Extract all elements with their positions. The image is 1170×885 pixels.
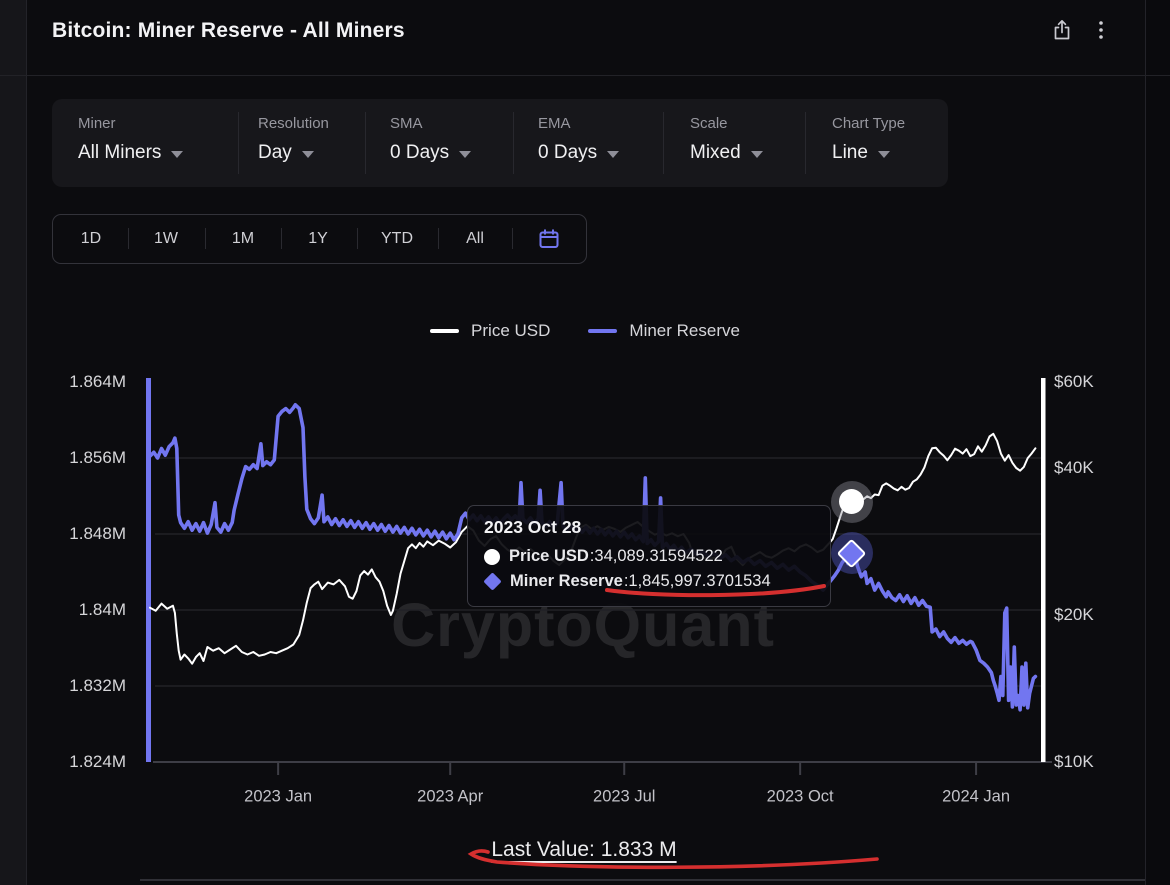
divider — [140, 879, 1145, 881]
y-axis-left-tick-label: 1.84M — [79, 600, 126, 620]
x-axis-tick-label: 2024 Jan — [942, 788, 1010, 807]
x-axis-tick-label: 2023 Apr — [417, 788, 483, 807]
chart-tooltip: 2023 Oct 28 Price USD: 34,089.31594522 M… — [467, 505, 831, 607]
tooltip-value: 1,845,997.3701534 — [628, 569, 770, 594]
chart-canvas[interactable] — [0, 0, 1170, 885]
y-axis-left-tick-label: 1.824M — [69, 752, 126, 772]
y-axis-left-tick-label: 1.848M — [69, 524, 126, 544]
tooltip-date: 2023 Oct 28 — [484, 517, 814, 538]
page-root: Bitcoin: Miner Reserve - All Miners Mine… — [0, 0, 1170, 885]
tooltip-label: Price USD — [509, 544, 589, 569]
circle-bullet-icon — [484, 549, 500, 565]
y-axis-right-tick-label: $60K — [1054, 372, 1094, 392]
last-value-caption: Last Value: 1.833 M — [491, 838, 676, 862]
diamond-bullet-icon — [483, 572, 501, 590]
y-axis-left-tick-label: 1.864M — [69, 372, 126, 392]
y-axis-right-tick-label: $40K — [1054, 458, 1094, 478]
y-axis-left-tick-label: 1.856M — [69, 448, 126, 468]
tooltip-row-price: Price USD: 34,089.31594522 — [484, 544, 814, 569]
x-axis-tick-label: 2023 Oct — [767, 788, 834, 807]
x-axis-tick-label: 2023 Jul — [593, 788, 655, 807]
y-axis-right-tick-label: $20K — [1054, 605, 1094, 625]
tooltip-label: Miner Reserve — [510, 569, 623, 594]
tooltip-value: 34,089.31594522 — [594, 544, 722, 569]
y-axis-right-tick-label: $10K — [1054, 752, 1094, 772]
x-axis-tick-label: 2023 Jan — [244, 788, 312, 807]
tooltip-row-reserve: Miner Reserve: 1,845,997.3701534 — [484, 569, 814, 594]
y-axis-left-tick-label: 1.832M — [69, 676, 126, 696]
